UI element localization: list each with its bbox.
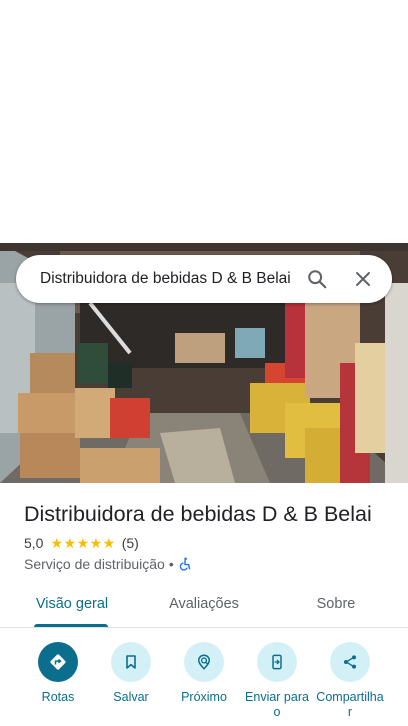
nearby-label: Próximo — [181, 690, 227, 704]
tab-bar: Visão geral Avaliações Sobre — [0, 586, 408, 628]
tab-reviews[interactable]: Avaliações — [156, 586, 252, 628]
tab-overview[interactable]: Visão geral — [24, 586, 120, 628]
share-label: Compartilhar — [316, 690, 384, 719]
rating-value: 5,0 — [24, 535, 44, 551]
wheelchair-icon — [179, 557, 191, 571]
rating-row[interactable]: 5,0 ★★★★★ (5) — [24, 534, 394, 552]
save-label: Salvar — [113, 690, 149, 704]
search-button[interactable] — [294, 255, 340, 303]
directions-button-circle[interactable] — [38, 642, 78, 682]
close-button[interactable] — [340, 255, 386, 303]
share-icon — [344, 655, 356, 669]
directions-label: Rotas — [41, 690, 75, 704]
nearby-icon — [197, 654, 211, 670]
save-button[interactable]: Salvar — [91, 642, 171, 705]
bookmark-icon — [126, 655, 136, 669]
category-separator: • — [168, 556, 174, 572]
send-to-phone-icon — [272, 654, 282, 670]
tab-about[interactable]: Sobre — [290, 586, 382, 628]
review-count: (5) — [121, 535, 139, 551]
search-input[interactable]: Distribuidora de bebidas D & B Belai — [16, 270, 294, 288]
category-row: Serviço de distribuição • — [24, 555, 394, 573]
search-bar[interactable]: Distribuidora de bebidas D & B Belai — [16, 255, 392, 303]
place-title: Distribuidora de bebidas D & B Belai — [24, 502, 372, 526]
rating-stars: ★★★★★ — [50, 534, 116, 551]
active-tab-indicator — [34, 624, 108, 627]
place-category: Serviço de distribuição — [24, 556, 165, 572]
search-icon — [308, 270, 327, 289]
directions-icon — [50, 654, 66, 670]
action-bar: Rotas Salvar Próximo Enviar para o Compa… — [0, 642, 408, 726]
place-info: Distribuidora de bebidas D & B Belai 5,0… — [24, 500, 394, 573]
send-to-phone-button[interactable]: Enviar para o — [237, 642, 317, 720]
share-button[interactable]: Compartilhar — [310, 642, 390, 720]
share-button-circle[interactable] — [330, 642, 370, 682]
nearby-button-circle[interactable] — [184, 642, 224, 682]
close-icon — [356, 272, 370, 286]
send-to-phone-button-circle[interactable] — [257, 642, 297, 682]
send-to-phone-label: Enviar para o — [245, 690, 309, 719]
blank-area — [0, 0, 408, 243]
nearby-button[interactable]: Próximo — [164, 642, 244, 705]
save-button-circle[interactable] — [111, 642, 151, 682]
directions-button[interactable]: Rotas — [18, 642, 98, 705]
